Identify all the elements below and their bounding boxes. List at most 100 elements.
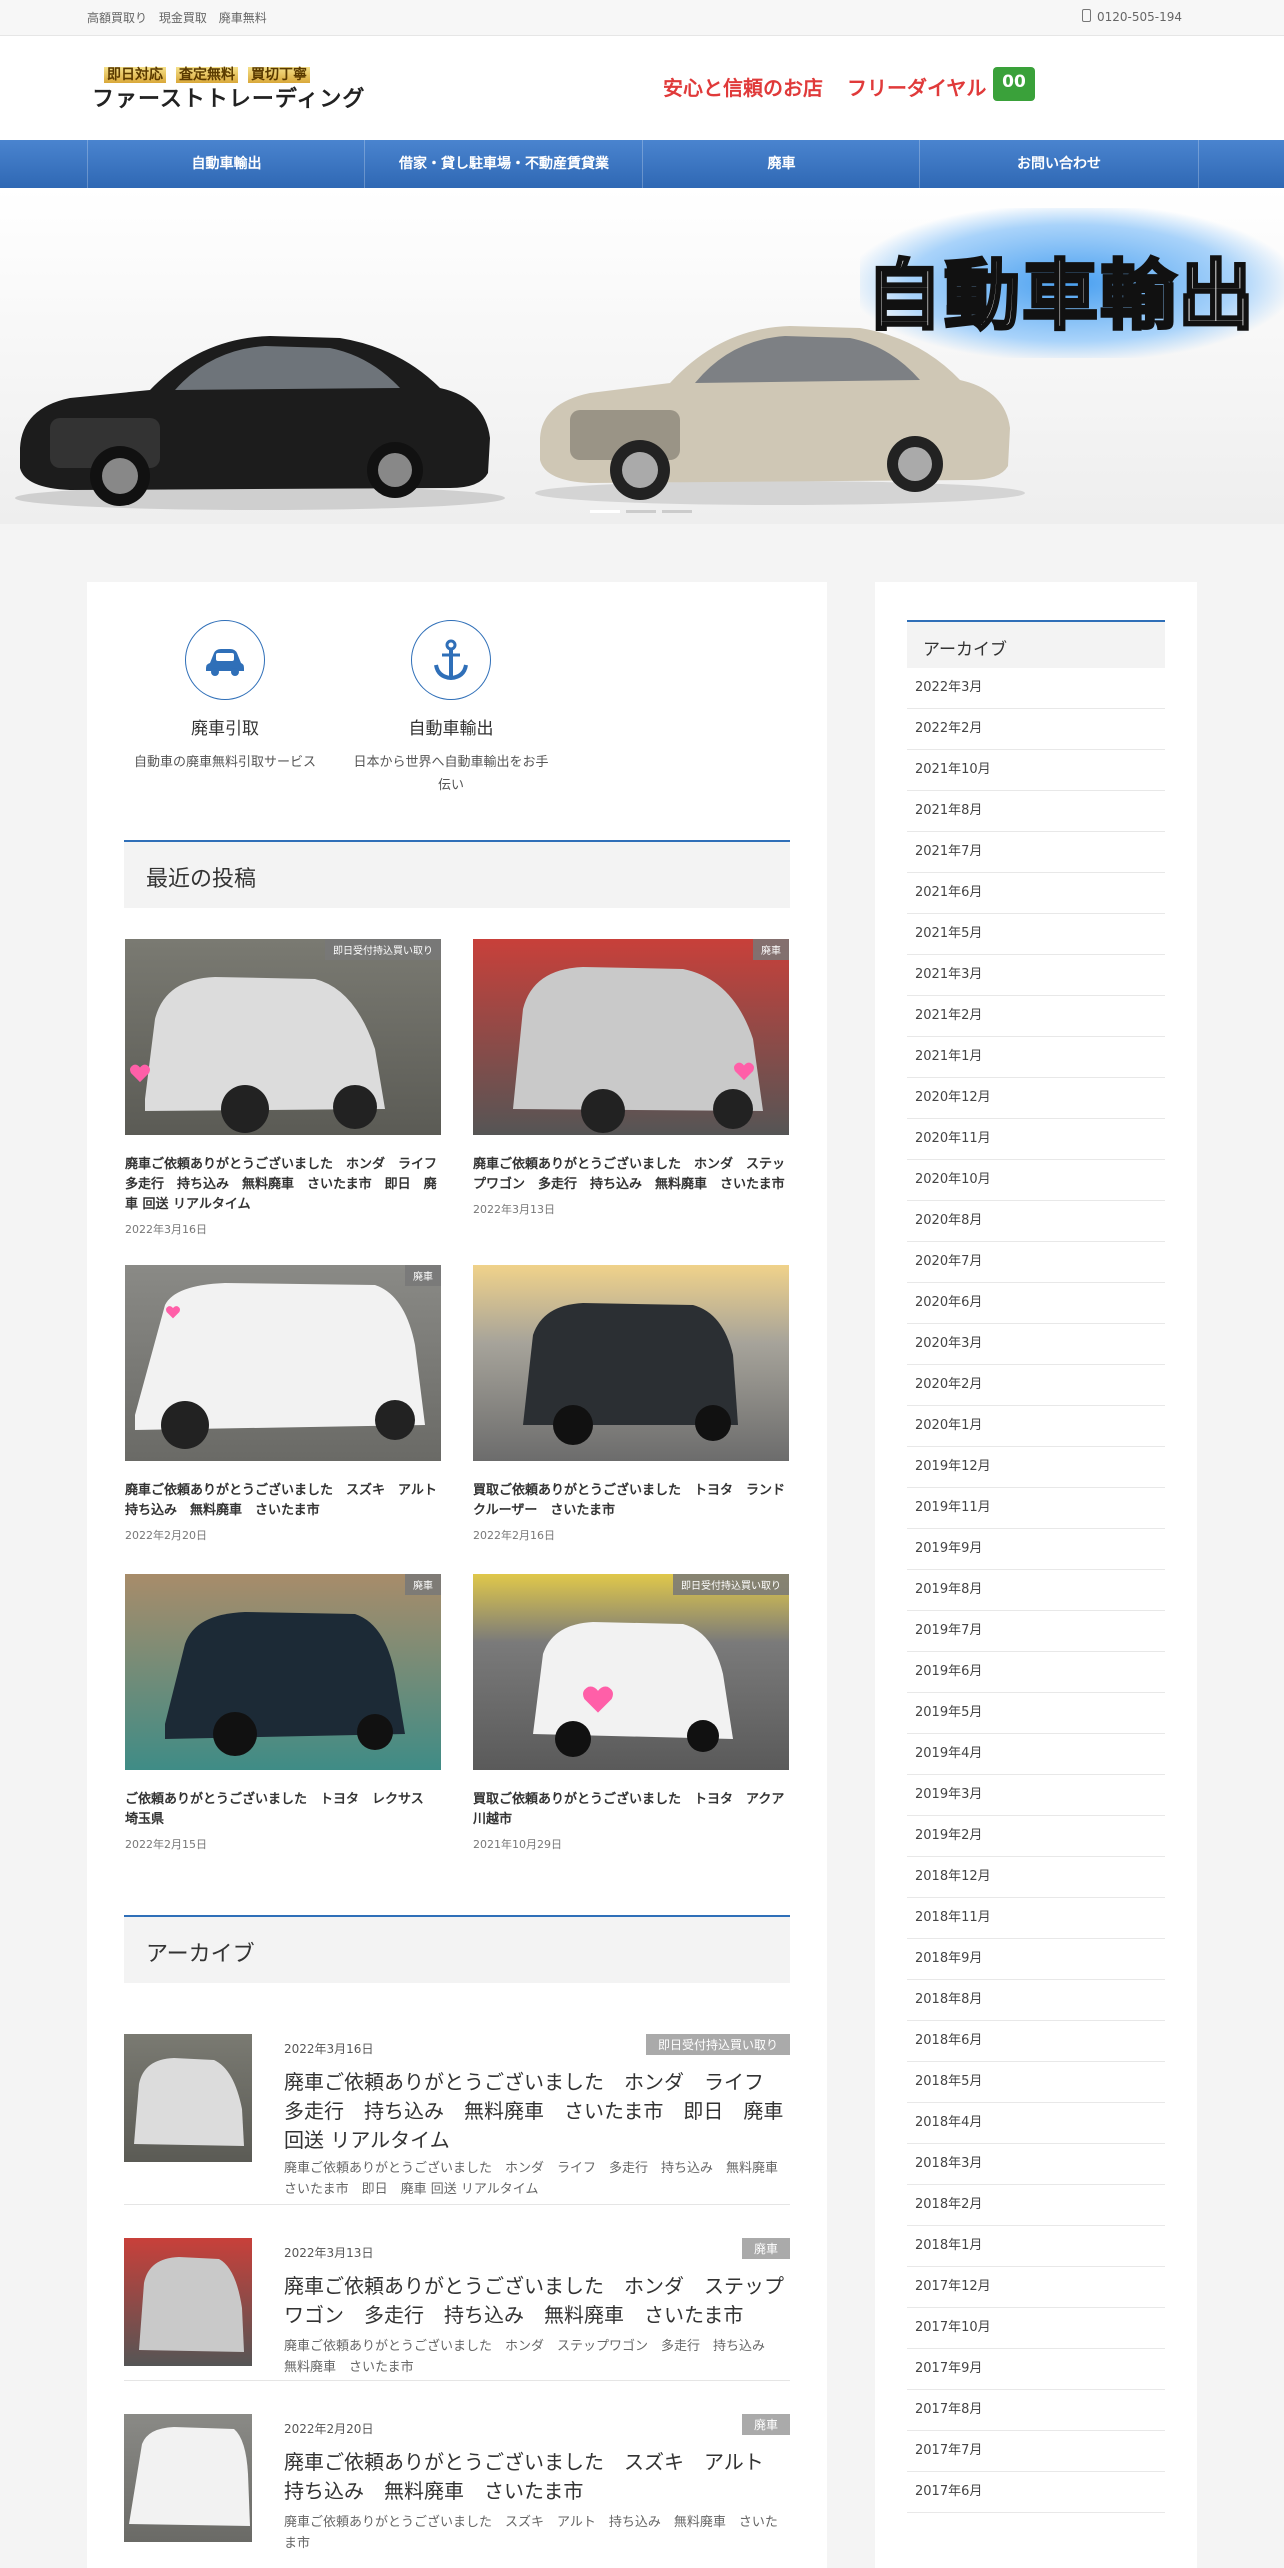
category-badge[interactable]: 即日受付持込買い取り xyxy=(645,2034,790,2055)
post-card[interactable]: 廃車 ご依頼ありがとうございました トヨタ レクサス 埼玉県 2022年2月15… xyxy=(125,1574,441,1852)
nav-item-contact[interactable]: お問い合わせ xyxy=(919,140,1199,188)
sidebar-archive-link[interactable]: 2021年7月 xyxy=(907,832,1165,873)
post-title[interactable]: 廃車ご依頼ありがとうございました ホンダ ステップワゴン 多走行 持ち込み 無料… xyxy=(473,1155,789,1195)
category-badge[interactable]: 即日受付持込買い取り xyxy=(325,939,441,960)
sidebar-archive-link[interactable]: 2022年3月 xyxy=(907,668,1165,709)
sidebar-archive-link[interactable]: 2019年3月 xyxy=(907,1775,1165,1816)
post-card[interactable]: 即日受付持込買い取り 買取ご依頼ありがとうございました トヨタ アクア 川越市 … xyxy=(473,1574,797,1852)
sidebar-archive-link[interactable]: 2019年6月 xyxy=(907,1652,1165,1693)
category-badge[interactable]: 即日受付持込買い取り xyxy=(673,1574,789,1595)
archive-title[interactable]: 廃車ご依頼ありがとうございました ホンダ ステップワゴン 多走行 持ち込み 無料… xyxy=(284,2272,790,2330)
site-logo[interactable]: ファーストトレーディング xyxy=(92,81,365,113)
slider-dot-2[interactable] xyxy=(626,510,656,513)
sidebar-archive-link[interactable]: 2018年5月 xyxy=(907,2062,1165,2103)
sidebar-archive-link[interactable]: 2020年8月 xyxy=(907,1201,1165,1242)
sidebar-archive-link[interactable]: 2020年3月 xyxy=(907,1324,1165,1365)
sidebar-archive-link[interactable]: 2021年6月 xyxy=(907,873,1165,914)
category-badge[interactable]: 廃車 xyxy=(741,2238,790,2259)
sidebar-archive-link[interactable]: 2021年1月 xyxy=(907,1037,1165,1078)
black-sedan-image xyxy=(15,336,505,510)
service-desc: 日本から世界へ自動車輸出をお手伝い xyxy=(353,755,549,793)
sidebar-archive-link[interactable]: 2018年4月 xyxy=(907,2103,1165,2144)
sidebar-archive-link[interactable]: 2019年4月 xyxy=(907,1734,1165,1775)
slider-dot-3[interactable] xyxy=(662,510,692,513)
phone-contact[interactable]: 0120-505-194 xyxy=(1081,9,1182,24)
post-title[interactable]: 買取ご依頼ありがとうございました トヨタ アクア 川越市 xyxy=(473,1790,797,1830)
sidebar-archive-link[interactable]: 2018年11月 xyxy=(907,1898,1165,1939)
sidebar-archive-link[interactable]: 2018年2月 xyxy=(907,2185,1165,2226)
sidebar-archive-link[interactable]: 2021年2月 xyxy=(907,996,1165,1037)
sidebar-archive-link[interactable]: 2019年11月 xyxy=(907,1488,1165,1529)
sidebar-archive-link[interactable]: 2018年1月 xyxy=(907,2226,1165,2267)
archive-item[interactable]: 2022年2月20日 廃車 廃車ご依頼ありがとうございました スズキ アルト 持… xyxy=(124,2414,790,2568)
post-thumbnail[interactable]: 廃車 xyxy=(125,1265,441,1461)
post-title[interactable]: ご依頼ありがとうございました トヨタ レクサス 埼玉県 xyxy=(125,1790,441,1830)
sidebar-archive-link[interactable]: 2019年5月 xyxy=(907,1693,1165,1734)
sidebar-archive-link[interactable]: 2021年10月 xyxy=(907,750,1165,791)
sidebar-archive-link[interactable]: 2019年9月 xyxy=(907,1529,1165,1570)
post-thumbnail[interactable]: 即日受付持込買い取り xyxy=(473,1574,789,1770)
sidebar-archive-link[interactable]: 2017年7月 xyxy=(907,2431,1165,2472)
sidebar-archive-link[interactable]: 2019年2月 xyxy=(907,1816,1165,1857)
post-thumbnail[interactable]: 廃車 xyxy=(473,939,789,1135)
nav-item-rental[interactable]: 借家・貸し駐車場・不動産賃貸業 xyxy=(364,140,643,188)
sidebar-title: アーカイブ xyxy=(923,640,1007,660)
post-thumbnail[interactable]: 廃車 xyxy=(125,1574,441,1770)
post-card[interactable]: 即日受付持込買い取り 廃車ご依頼ありがとうございました ホンダ ライフ 多走行 … xyxy=(125,939,450,1237)
sidebar-archive-link[interactable]: 2017年6月 xyxy=(907,2472,1165,2513)
sidebar-archive-link[interactable]: 2020年2月 xyxy=(907,1365,1165,1406)
sidebar-archive-link[interactable]: 2017年12月 xyxy=(907,2267,1165,2308)
post-title[interactable]: 買取ご依頼ありがとうございました トヨタ ランドクルーザー さいたま市 xyxy=(473,1481,789,1521)
car-photo xyxy=(135,1283,425,1449)
sidebar-archive-link[interactable]: 2021年8月 xyxy=(907,791,1165,832)
phone-number: 0120-505-194 xyxy=(1096,10,1182,24)
post-card[interactable]: 廃車 廃車ご依頼ありがとうございました スズキ アルト 持ち込み 無料廃車 さい… xyxy=(125,1265,450,1543)
archive-title[interactable]: 廃車ご依頼ありがとうございました スズキ アルト 持ち込み 無料廃車 さいたま市 xyxy=(284,2448,790,2506)
service-scrap[interactable]: 廃車引取 自動車の廃車無料引取サービス xyxy=(115,620,335,774)
category-badge[interactable]: 廃車 xyxy=(741,2414,790,2435)
category-badge[interactable]: 廃車 xyxy=(405,1574,441,1595)
sidebar-archive-link[interactable]: 2021年5月 xyxy=(907,914,1165,955)
sidebar-archive-link[interactable]: 2018年6月 xyxy=(907,2021,1165,2062)
service-export[interactable]: 自動車輸出 日本から世界へ自動車輸出をお手伝い xyxy=(341,620,561,797)
sidebar-archive-link[interactable]: 2020年10月 xyxy=(907,1160,1165,1201)
category-badge[interactable]: 廃車 xyxy=(405,1265,441,1286)
archive-item[interactable]: 2022年3月13日 廃車 廃車ご依頼ありがとうございました ホンダ ステップワ… xyxy=(124,2238,790,2381)
hero-slider[interactable]: 自動車輸出 xyxy=(0,188,1284,524)
nav-item-export[interactable]: 自動車輸出 xyxy=(87,140,365,188)
sidebar-archive-link[interactable]: 2019年8月 xyxy=(907,1570,1165,1611)
top-link-2[interactable]: 現金買取 xyxy=(159,11,207,25)
nav-item-scrap[interactable]: 廃車 xyxy=(642,140,920,188)
sidebar-archive-link[interactable]: 2022年2月 xyxy=(907,709,1165,750)
sidebar-archive-link[interactable]: 2017年10月 xyxy=(907,2308,1165,2349)
archive-title[interactable]: 廃車ご依頼ありがとうございました ホンダ ライフ 多走行 持ち込み 無料廃車 さ… xyxy=(284,2068,790,2155)
post-title[interactable]: 廃車ご依頼ありがとうございました ホンダ ライフ 多走行 持ち込み 無料廃車 さ… xyxy=(125,1155,450,1215)
sidebar-archive-link[interactable]: 2018年8月 xyxy=(907,1980,1165,2021)
sidebar-archive-link[interactable]: 2020年11月 xyxy=(907,1119,1165,1160)
sidebar-archive-link[interactable]: 2020年12月 xyxy=(907,1078,1165,1119)
top-link-1[interactable]: 高額買取り xyxy=(87,11,147,25)
archive-thumbnail[interactable] xyxy=(124,2414,252,2542)
sidebar-archive-link[interactable]: 2020年6月 xyxy=(907,1283,1165,1324)
archive-thumbnail[interactable] xyxy=(124,2034,252,2162)
sidebar-archive-link[interactable]: 2019年7月 xyxy=(907,1611,1165,1652)
sidebar-archive-link[interactable]: 2019年12月 xyxy=(907,1447,1165,1488)
top-link-3[interactable]: 廃車無料 xyxy=(219,11,267,25)
sidebar-archive-link[interactable]: 2017年8月 xyxy=(907,2390,1165,2431)
sidebar-archive-link[interactable]: 2018年3月 xyxy=(907,2144,1165,2185)
post-card[interactable]: 廃車 廃車ご依頼ありがとうございました ホンダ ステップワゴン 多走行 持ち込み… xyxy=(473,939,789,1217)
post-thumbnail[interactable]: 即日受付持込買い取り xyxy=(125,939,441,1135)
post-card[interactable]: 買取ご依頼ありがとうございました トヨタ ランドクルーザー さいたま市 2022… xyxy=(473,1265,789,1543)
sidebar-archive-link[interactable]: 2018年12月 xyxy=(907,1857,1165,1898)
sidebar-archive-link[interactable]: 2020年1月 xyxy=(907,1406,1165,1447)
post-thumbnail[interactable] xyxy=(473,1265,789,1461)
sidebar-archive-link[interactable]: 2018年9月 xyxy=(907,1939,1165,1980)
category-badge[interactable]: 廃車 xyxy=(753,939,789,960)
archive-thumbnail[interactable] xyxy=(124,2238,252,2366)
sidebar-archive-link[interactable]: 2020年7月 xyxy=(907,1242,1165,1283)
archive-item[interactable]: 2022年3月16日 即日受付持込買い取り 廃車ご依頼ありがとうございました ホ… xyxy=(124,2034,791,2205)
slider-dot-1[interactable] xyxy=(590,510,620,513)
sidebar-archive-link[interactable]: 2017年9月 xyxy=(907,2349,1165,2390)
post-title[interactable]: 廃車ご依頼ありがとうございました スズキ アルト 持ち込み 無料廃車 さいたま市 xyxy=(125,1481,450,1521)
sidebar-archive-link[interactable]: 2021年3月 xyxy=(907,955,1165,996)
